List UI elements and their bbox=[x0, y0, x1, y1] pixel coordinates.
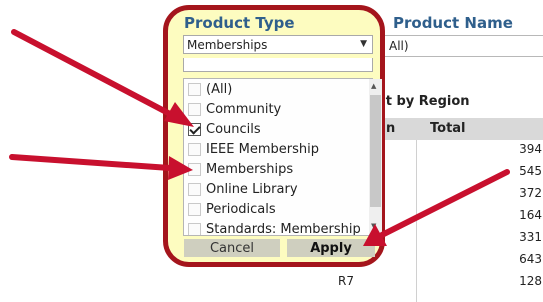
arrow-head-icon bbox=[168, 156, 193, 180]
arrow-to-councils-line bbox=[11, 29, 175, 118]
arrow-head-icon bbox=[164, 102, 194, 127]
arrow-to-apply-line bbox=[377, 169, 510, 239]
arrow-to-memberships-line bbox=[9, 154, 173, 171]
annotation-arrows bbox=[9, 29, 510, 246]
